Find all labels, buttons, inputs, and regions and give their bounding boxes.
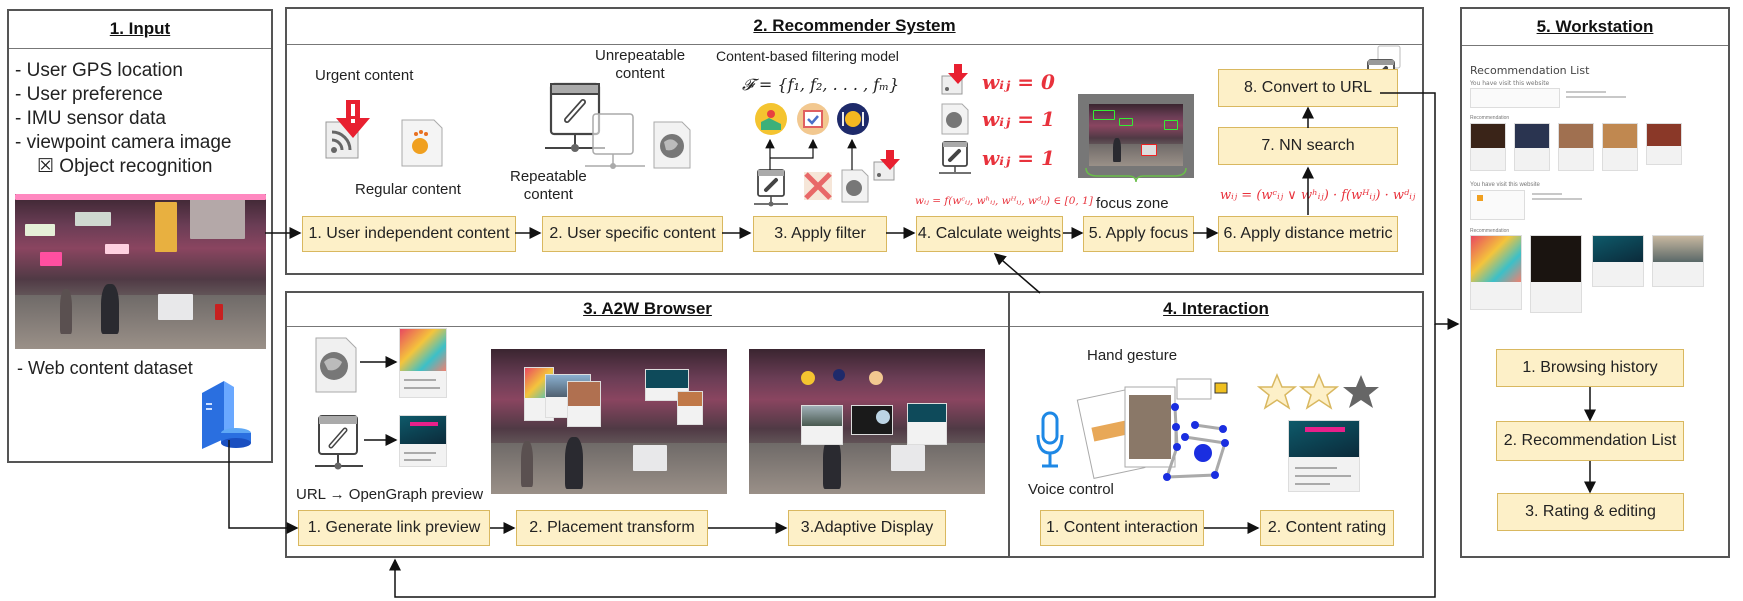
- workstation-panel-title: 5. Workstation: [1462, 9, 1728, 46]
- hand-gesture-illustration: [1076, 378, 1229, 481]
- focus-zone-image: [1078, 94, 1194, 183]
- rs-step-apply-focus[interactable]: 5. Apply focus: [1083, 216, 1194, 252]
- rating-star-1[interactable]: [1256, 373, 1298, 411]
- focus-zone-brace: [1085, 167, 1187, 183]
- weight-value-globe: wᵢⱼ = 1: [982, 107, 1055, 131]
- unrepeatable-globe-icon: [653, 121, 691, 169]
- repeatable-label: Repeatable content: [510, 168, 587, 204]
- rs-step-nn-search[interactable]: 7. NN search: [1218, 127, 1398, 165]
- cbf-formula: 𝓕 = {f₁, f₂, . . . , fₘ}: [742, 75, 900, 94]
- browser-globe-icon: [315, 337, 357, 393]
- unrepeatable-label: Unrepeatable content: [595, 47, 685, 83]
- dataset-label: - Web content dataset: [17, 358, 193, 378]
- input-panel-title: 1. Input: [9, 11, 271, 49]
- int-step-content-interaction[interactable]: 1. Content interaction: [1040, 510, 1204, 546]
- calendar-category-icon: [797, 103, 829, 135]
- opengraph-caption: URL → OpenGraph preview: [296, 486, 484, 503]
- ws-recommendation-label-1: Recommendation: [1470, 115, 1510, 121]
- br-step-placement[interactable]: 2. Placement transform: [516, 510, 708, 546]
- microphone-icon: [1036, 411, 1064, 468]
- rs-step-user-independent[interactable]: 1. User independent content: [302, 216, 516, 252]
- preview-card-festival: [399, 328, 447, 398]
- regular-content-label: Regular content: [355, 181, 461, 198]
- rs-step-convert-url[interactable]: 8. Convert to URL: [1218, 69, 1398, 107]
- urgent-rss-icon: [325, 100, 370, 159]
- weight-link-icon: [939, 141, 971, 174]
- hand-gesture-label: Hand gesture: [1087, 347, 1178, 364]
- regular-content-icon: [401, 119, 443, 167]
- rating-star-2[interactable]: [1298, 373, 1340, 411]
- recommender-panel-title: 2. Recommender System: [287, 9, 1422, 45]
- dining-category-icon: [837, 103, 869, 135]
- adaptive-display-image: [749, 349, 985, 494]
- rated-content-card: [1288, 420, 1360, 492]
- cbf-model-label: Content-based filtering model: [716, 48, 899, 64]
- ws-step-recommendation-list[interactable]: 2. Recommendation List: [1496, 421, 1684, 461]
- weight-urgent-icon: [941, 64, 968, 95]
- ws-step-browsing-history[interactable]: 1. Browsing history: [1496, 349, 1684, 387]
- rs-step-apply-filter[interactable]: 3. Apply filter: [753, 216, 887, 252]
- preview-card-blockchain: [399, 415, 447, 467]
- unrepeatable-label-line2: content: [615, 65, 665, 82]
- repeatable-label-line2: content: [523, 186, 573, 203]
- filter-link-icon: [754, 169, 788, 207]
- unrepeatable-label-line1: Unrepeatable: [595, 47, 686, 64]
- weight-value-urgent: wᵢⱼ = 0: [982, 70, 1055, 94]
- ws-visited-label-2: You have visit this website: [1470, 182, 1540, 188]
- ws-recommendation-label-2: Recommendation: [1470, 228, 1510, 234]
- interaction-panel-title: 4. Interaction: [1010, 293, 1422, 327]
- rs-step-user-specific[interactable]: 2. User specific content: [542, 216, 723, 252]
- ws-visited-label-1: You have visit this website: [1470, 80, 1550, 87]
- filter-urgent-icon: [873, 150, 900, 181]
- voice-control-label: Voice control: [1028, 481, 1114, 498]
- input-item-imu: - IMU sensor data: [15, 108, 166, 129]
- input-item-camera: - viewpoint camera image: [15, 132, 232, 153]
- distance-metric-formula: wᵢⱼ = (wᶜᵢⱼ ∨ wʰᵢⱼ) · f(wᴴᵢⱼ) · wᵈᵢⱼ: [1220, 188, 1416, 203]
- input-list: - User GPS location - User preference - …: [15, 59, 231, 179]
- weight-value-link: wᵢⱼ = 1: [982, 146, 1055, 170]
- street-camera-image: [15, 194, 266, 349]
- browser-link-icon: [315, 415, 363, 470]
- database-server-icon: [202, 381, 251, 449]
- br-step-generate-preview[interactable]: 1. Generate link preview: [298, 510, 490, 546]
- urgent-content-label: Urgent content: [315, 67, 414, 84]
- filter-globe-icon: [841, 169, 869, 203]
- weight-function-formula: wᵢⱼ = f(wᶜᵢⱼ, wʰᵢⱼ, wᴴᵢⱼ, wᵈᵢⱼ) ∈ [0, 1]: [915, 195, 1093, 207]
- rating-stars[interactable]: [1256, 373, 1380, 411]
- ws-heading: Recommendation List: [1470, 64, 1590, 77]
- br-step-adaptive-display[interactable]: 3.Adaptive Display: [788, 510, 946, 546]
- browser-panel-title: 3. A2W Browser: [287, 293, 1008, 327]
- weight-globe-icon: [941, 103, 969, 135]
- rejected-content-icon: [804, 172, 832, 200]
- int-step-content-rating[interactable]: 2. Content rating: [1260, 510, 1394, 546]
- input-item-gps: - User GPS location: [15, 60, 183, 81]
- focus-zone-label: focus zone: [1096, 195, 1169, 212]
- input-item-object-recognition: ☒ Object recognition: [37, 156, 213, 177]
- rs-step-distance-metric[interactable]: 6. Apply distance metric: [1218, 216, 1398, 252]
- workstation-screenshot: Recommendation List You have visit this …: [1470, 60, 1720, 340]
- placement-transform-image: [491, 349, 727, 494]
- input-panel: 1. Input - User GPS location - User pref…: [7, 9, 273, 463]
- rating-star-3[interactable]: [1342, 373, 1380, 411]
- repeatable-label-line1: Repeatable: [510, 168, 587, 185]
- input-item-preference: - User preference: [15, 84, 163, 105]
- repeatable-link-icon: [545, 82, 645, 169]
- rs-step-calculate-weights[interactable]: 4. Calculate weights: [916, 216, 1063, 252]
- ws-step-rating-editing[interactable]: 3. Rating & editing: [1497, 493, 1684, 531]
- map-category-icon: [755, 103, 787, 135]
